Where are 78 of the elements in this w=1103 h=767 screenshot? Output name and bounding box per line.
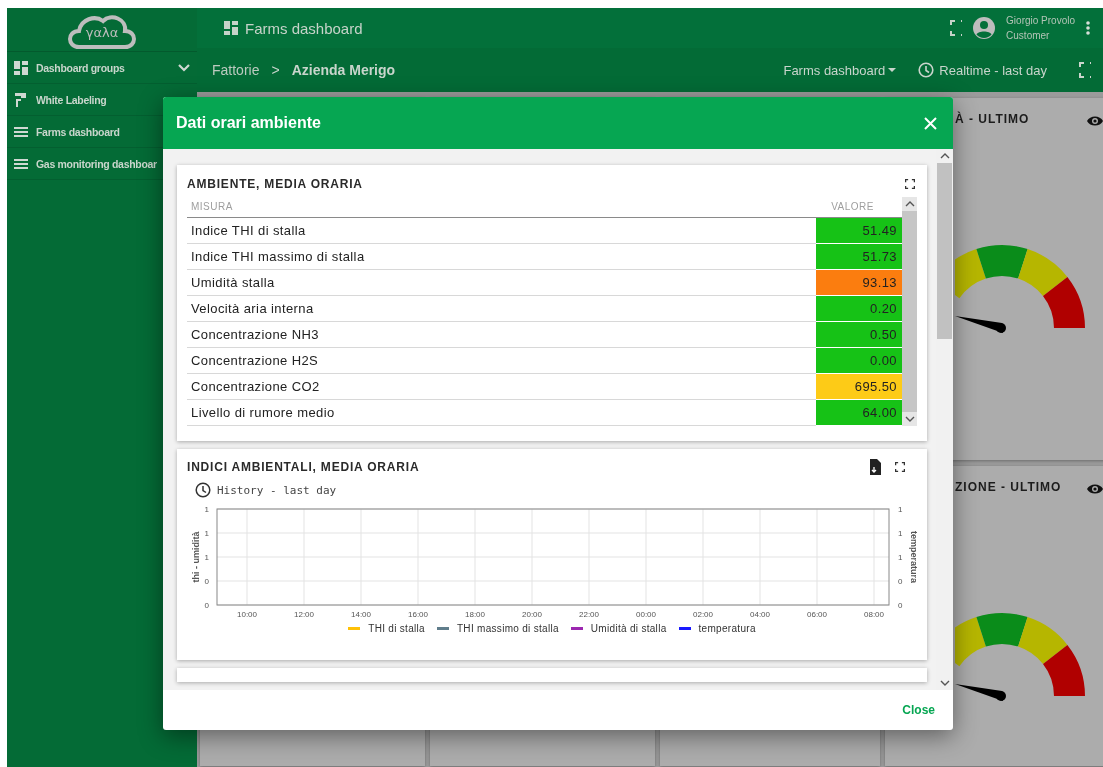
x-tick-label: 00:00 bbox=[636, 610, 656, 619]
caret-icon bbox=[888, 68, 897, 72]
x-tick-label: 06:00 bbox=[807, 610, 827, 619]
eye-icon[interactable] bbox=[1086, 482, 1103, 496]
table-cell: Umidità stalla bbox=[187, 269, 816, 295]
timewindow-button[interactable]: Realtime - last day bbox=[918, 62, 1047, 78]
y-tick-label: 1 bbox=[204, 553, 209, 562]
fullscreen-icon[interactable] bbox=[905, 178, 915, 190]
value-cell: 695.50 bbox=[816, 373, 902, 399]
table-cell: Indice THI massimo di stalla bbox=[187, 243, 816, 269]
value-cell: 0.50 bbox=[816, 321, 902, 347]
legend-label: temperatura bbox=[698, 623, 756, 634]
breadcrumb-link[interactable]: Fattorie bbox=[212, 62, 260, 78]
close-button[interactable]: Close bbox=[894, 697, 943, 723]
table-cell: Concentrazione CO2 bbox=[187, 373, 816, 399]
chevron-up-icon[interactable] bbox=[938, 151, 951, 161]
y-tick-label: 0 bbox=[898, 577, 903, 586]
legend-label: THI massimo di stalla bbox=[456, 623, 559, 634]
table-cell: Livello di rumore medio bbox=[187, 399, 816, 425]
y-tick-label: 1 bbox=[898, 529, 903, 538]
y-tick-label: 0 bbox=[898, 601, 903, 610]
widget-title: INDICI AMBIENTALI, MEDIA ORARIA bbox=[187, 460, 420, 474]
sidebar-item[interactable]: Dashboard groups bbox=[7, 52, 197, 84]
value-cell: 51.49 bbox=[816, 217, 902, 243]
value-cell: 0.20 bbox=[816, 295, 902, 321]
value-cell: 64.00 bbox=[816, 399, 902, 425]
widget-title: AMBIENTE, MEDIA ORARIA bbox=[187, 177, 363, 191]
logo-text: γαλα bbox=[85, 25, 119, 40]
page-title: Farms dashboard bbox=[245, 19, 363, 37]
user-name: Giorgio Provolo bbox=[1006, 14, 1075, 28]
chevron-down-icon[interactable] bbox=[938, 678, 951, 688]
scrollbar[interactable] bbox=[902, 197, 917, 426]
y-tick-label: 1 bbox=[898, 505, 903, 514]
value-cell: 51.73 bbox=[816, 243, 902, 269]
user-role: Customer bbox=[1006, 29, 1051, 43]
file-download-icon[interactable] bbox=[869, 459, 881, 475]
value-cell: 93.13 bbox=[816, 269, 902, 295]
x-tick-label: 10:00 bbox=[237, 610, 257, 619]
table-cell: Concentrazione H2S bbox=[187, 347, 816, 373]
x-tick-label: 12:00 bbox=[294, 610, 314, 619]
table-cell: Velocità aria interna bbox=[187, 295, 816, 321]
value-cell: 0.00 bbox=[816, 347, 902, 373]
y-tick-label: 0 bbox=[204, 601, 209, 610]
x-tick-label: 14:00 bbox=[351, 610, 371, 619]
x-tick-label: 18:00 bbox=[465, 610, 485, 619]
table-cell: Indice THI di stalla bbox=[187, 217, 816, 243]
y-tick-label: 1 bbox=[204, 505, 209, 514]
chevron-up-icon[interactable] bbox=[903, 199, 916, 209]
x-tick-label: 16:00 bbox=[408, 610, 428, 619]
card-title: ZIONE - ULTIMO bbox=[955, 480, 1062, 494]
x-tick-label: 08:00 bbox=[864, 610, 884, 619]
x-tick-label: 02:00 bbox=[693, 610, 713, 619]
breadcrumb-separator: > bbox=[271, 62, 280, 78]
x-tick-label: 20:00 bbox=[522, 610, 542, 619]
clock-icon bbox=[195, 482, 211, 498]
x-tick-label: 22:00 bbox=[579, 610, 599, 619]
paint-roller-icon bbox=[13, 91, 29, 108]
y-tick-label: 1 bbox=[898, 553, 903, 562]
clock-icon bbox=[918, 62, 935, 78]
fullscreen-icon[interactable] bbox=[895, 461, 905, 473]
close-icon bbox=[924, 116, 937, 130]
legend-label: THI di stalla bbox=[368, 623, 425, 634]
timewindow-label: History - last day bbox=[217, 483, 337, 497]
y-tick-label: 1 bbox=[204, 529, 209, 538]
x-tick-label: 04:00 bbox=[750, 610, 770, 619]
eye-icon[interactable] bbox=[1086, 114, 1103, 128]
column-header: MISURA bbox=[187, 197, 816, 217]
legend-label: Umidità di stalla bbox=[590, 623, 667, 634]
grid-icon bbox=[13, 59, 29, 76]
card-title: À - ULTIMO bbox=[955, 112, 1030, 126]
axis-title: thi - umidità bbox=[191, 531, 201, 583]
dashboard-select[interactable]: Farms dashboard bbox=[783, 62, 897, 78]
more-icon[interactable] bbox=[1085, 20, 1091, 36]
y-tick-label: 0 bbox=[204, 577, 209, 586]
table-cell: Concentrazione NH3 bbox=[187, 321, 816, 347]
axis-title: temperatura bbox=[909, 531, 919, 583]
avatar-icon[interactable] bbox=[972, 16, 997, 40]
grid-icon bbox=[223, 20, 239, 36]
